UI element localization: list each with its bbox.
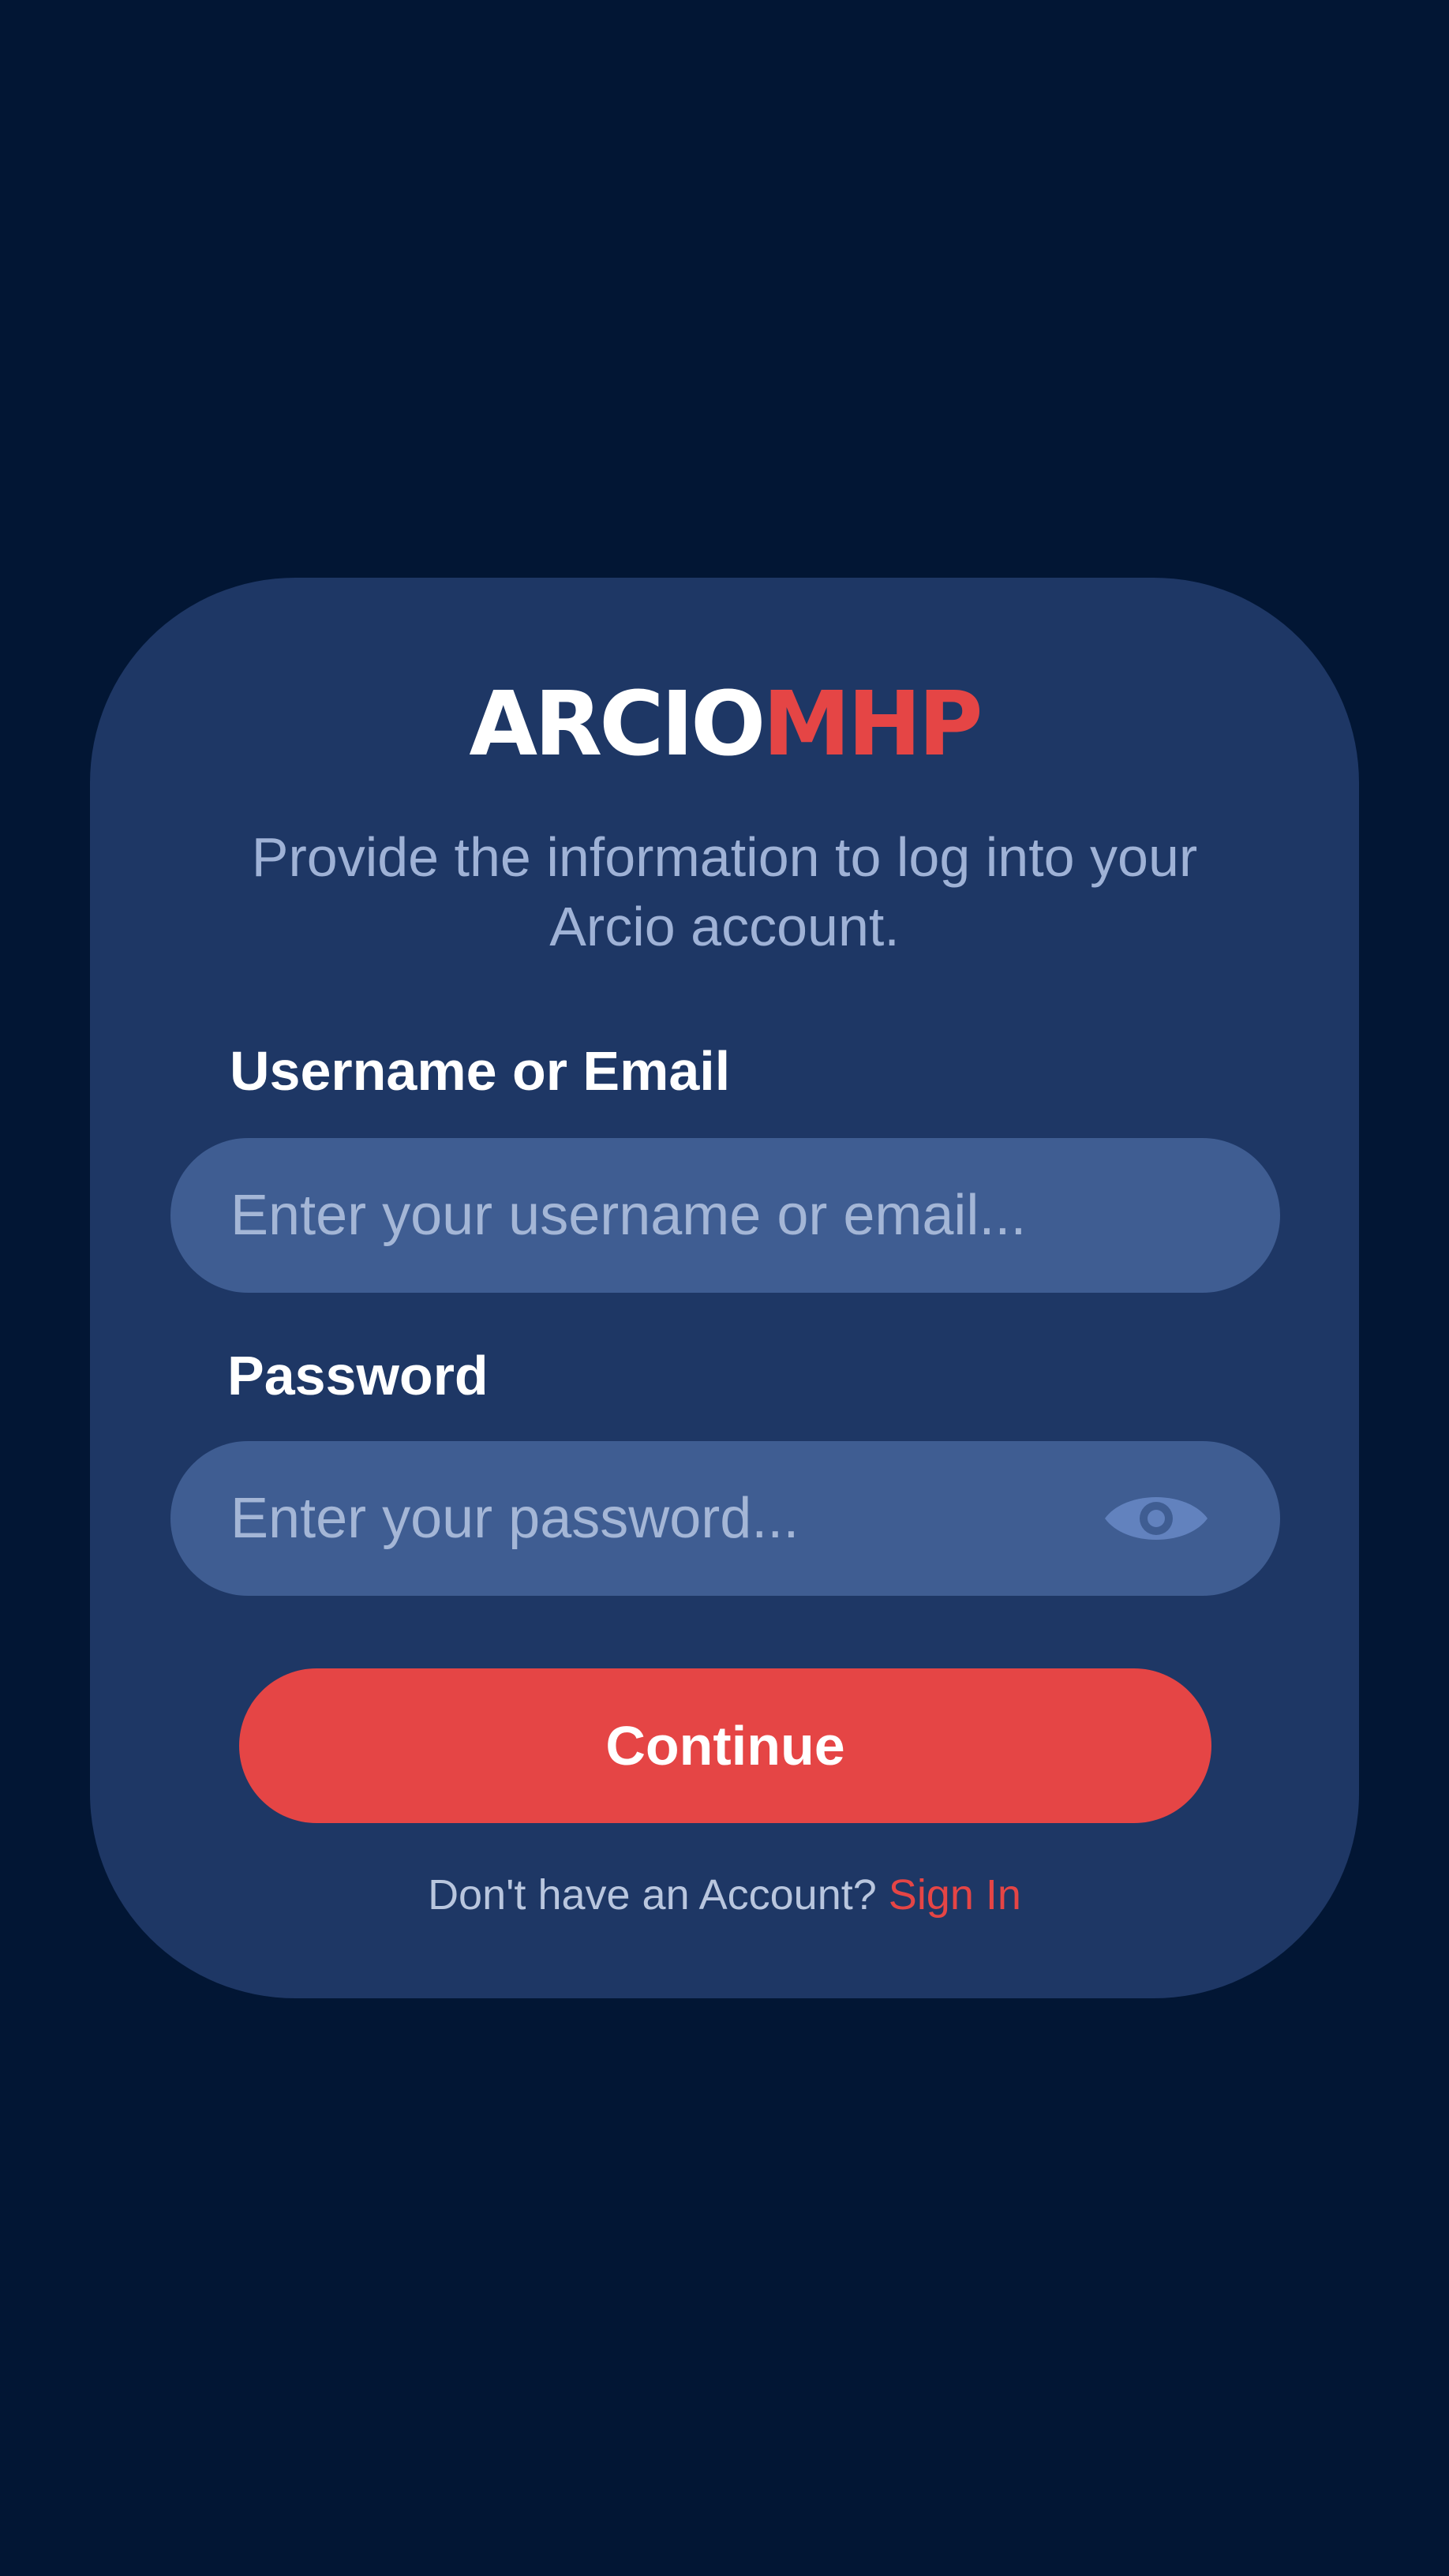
username-input[interactable] (170, 1138, 1280, 1293)
password-label: Password (227, 1345, 489, 1406)
login-card: ARCIOMHP Provide the information to log … (90, 578, 1359, 1998)
eye-icon[interactable] (1103, 1487, 1209, 1550)
app-logo: ARCIOMHP (90, 680, 1359, 769)
password-field (170, 1441, 1280, 1596)
username-field (170, 1138, 1280, 1293)
signup-prompt-text: Don't have an Account? (428, 1871, 877, 1919)
logo-text-mhp: MHP (762, 673, 983, 776)
signup-prompt: Don't have an Account? Sign In (90, 1874, 1359, 1916)
logo-text-arcio: ARCIO (469, 673, 766, 776)
continue-button[interactable]: Continue (239, 1668, 1211, 1823)
username-label: Username or Email (230, 1040, 731, 1102)
sign-in-link[interactable]: Sign In (889, 1871, 1021, 1919)
login-subtitle: Provide the information to log into your… (251, 826, 1198, 957)
login-screen: ARCIOMHP Provide the information to log … (0, 0, 1449, 2576)
